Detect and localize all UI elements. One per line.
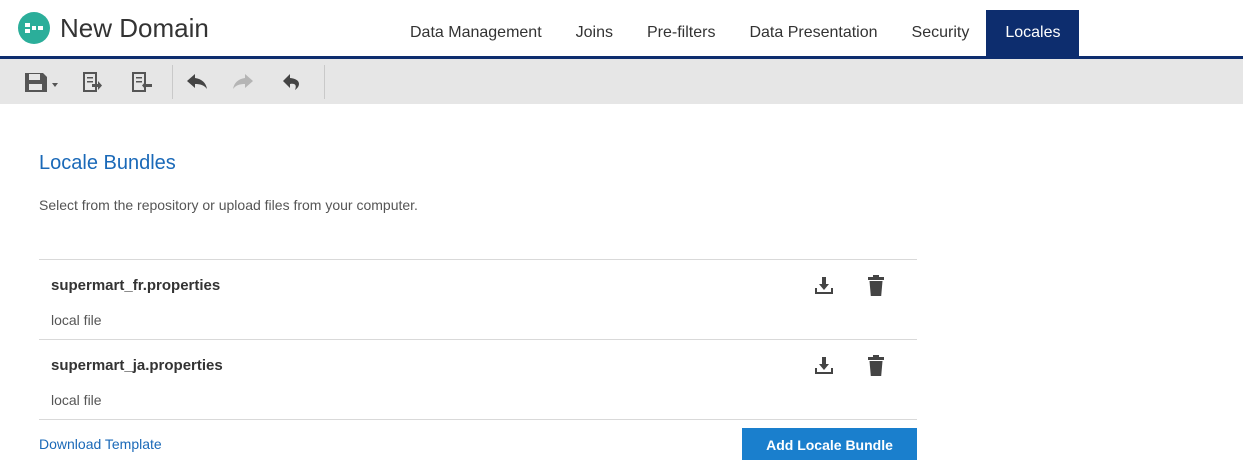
export-icon xyxy=(83,72,102,92)
download-icon xyxy=(815,357,833,374)
save-button[interactable] xyxy=(22,69,62,95)
export-button[interactable] xyxy=(80,69,104,95)
import-icon xyxy=(132,72,152,92)
download-bundle-button[interactable] xyxy=(812,274,836,298)
trash-icon xyxy=(868,355,884,376)
tab-security[interactable]: Security xyxy=(895,10,987,56)
brand: New Domain xyxy=(18,12,209,44)
toolbar-divider xyxy=(172,65,173,99)
list-item: supermart_fr.properties local file xyxy=(39,260,917,340)
save-icon xyxy=(25,73,58,92)
tab-data-management[interactable]: Data Management xyxy=(393,10,559,56)
tab-locales[interactable]: Locales xyxy=(986,10,1080,56)
download-icon xyxy=(815,277,833,294)
app-header: New Domain Data Management Joins Pre-fil… xyxy=(0,0,1243,59)
tab-joins[interactable]: Joins xyxy=(559,10,630,56)
tab-pre-filters[interactable]: Pre-filters xyxy=(630,10,732,56)
undo-all-icon xyxy=(283,74,300,90)
undo-icon xyxy=(187,74,207,89)
bundle-name: supermart_ja.properties xyxy=(51,357,223,374)
tab-bar: Data Management Joins Pre-filters Data P… xyxy=(393,10,1080,56)
redo-icon xyxy=(233,74,253,89)
undo-button[interactable] xyxy=(184,69,210,95)
tab-data-presentation[interactable]: Data Presentation xyxy=(732,10,894,56)
domain-logo-icon xyxy=(18,12,50,44)
download-template-link[interactable]: Download Template xyxy=(39,436,162,452)
delete-bundle-button[interactable] xyxy=(864,354,888,378)
list-item: supermart_ja.properties local file xyxy=(39,340,917,420)
import-button[interactable] xyxy=(130,69,154,95)
section-title: Locale Bundles xyxy=(39,152,176,174)
section-description: Select from the repository or upload fil… xyxy=(39,197,418,213)
bundle-list: supermart_fr.properties local file super… xyxy=(39,259,917,420)
trash-icon xyxy=(868,275,884,296)
download-bundle-button[interactable] xyxy=(812,354,836,378)
undo-all-button[interactable] xyxy=(280,69,306,95)
redo-button[interactable] xyxy=(230,69,256,95)
toolbar-divider xyxy=(324,65,325,99)
add-locale-bundle-button[interactable]: Add Locale Bundle xyxy=(742,428,917,460)
bundle-source: local file xyxy=(51,392,102,408)
toolbar xyxy=(0,59,1243,104)
bundle-name: supermart_fr.properties xyxy=(51,277,221,294)
bundle-source: local file xyxy=(51,312,102,328)
delete-bundle-button[interactable] xyxy=(864,274,888,298)
page-title: New Domain xyxy=(60,13,209,43)
